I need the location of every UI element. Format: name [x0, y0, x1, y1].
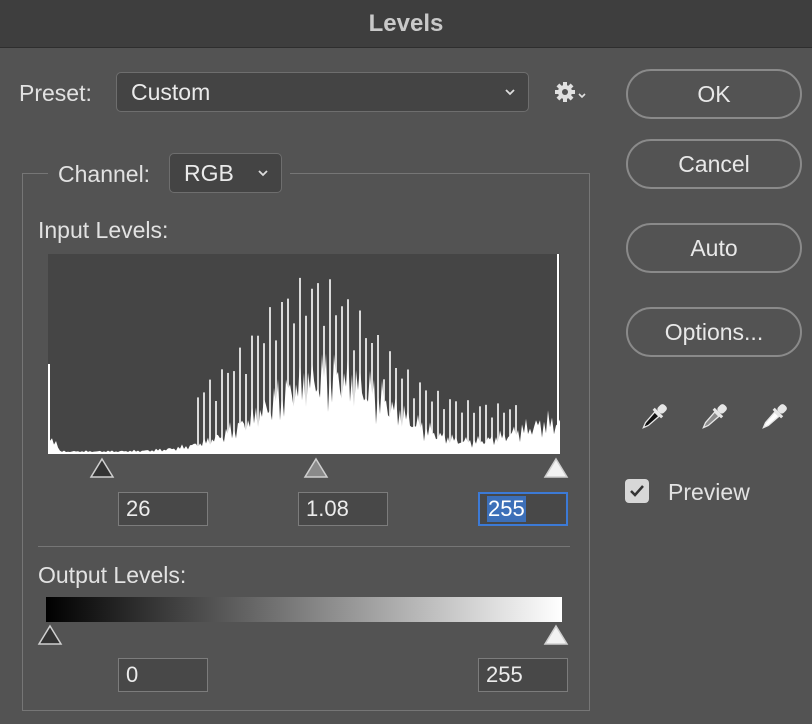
output-white-handle[interactable]	[543, 624, 569, 646]
input-white-value: 255	[487, 496, 526, 522]
preset-label: Preset:	[19, 80, 92, 106]
input-gamma-handle[interactable]	[303, 457, 329, 479]
eyedropper-gray-icon[interactable]	[697, 400, 731, 434]
input-white-field[interactable]: 255	[478, 492, 568, 526]
input-black-point-handle[interactable]	[89, 457, 115, 479]
output-black-field[interactable]: 0	[118, 658, 208, 692]
histogram-area	[48, 350, 560, 454]
histogram	[48, 254, 560, 454]
checkmark-icon	[630, 485, 644, 497]
output-gradient-bar	[46, 597, 562, 622]
channel-label: Channel:	[58, 161, 151, 187]
eyedropper-white-icon[interactable]	[757, 400, 791, 434]
output-black-value: 0	[126, 662, 139, 687]
output-black-handle[interactable]	[37, 624, 63, 646]
cancel-button[interactable]: Cancel	[626, 139, 802, 189]
options-button[interactable]: Options...	[626, 307, 802, 357]
chevron-down-icon	[258, 170, 268, 177]
title-bar: Levels	[0, 0, 812, 48]
dialog-title: Levels	[368, 9, 444, 37]
preset-value: Custom	[131, 78, 211, 105]
input-white-point-handle[interactable]	[543, 457, 569, 479]
preset-select[interactable]: Custom	[116, 72, 529, 112]
output-white-value: 255	[486, 662, 523, 687]
eyedropper-black-icon[interactable]	[637, 400, 671, 434]
input-levels-label: Input Levels:	[38, 217, 169, 243]
gear-icon[interactable]	[553, 80, 587, 106]
ok-button[interactable]: OK	[626, 69, 802, 119]
output-white-field[interactable]: 255	[478, 658, 568, 692]
histogram-graph	[48, 254, 560, 454]
auto-button[interactable]: Auto	[626, 223, 802, 273]
channel-select[interactable]: RGB	[169, 153, 282, 193]
divider	[38, 546, 570, 547]
input-black-field[interactable]: 26	[118, 492, 208, 526]
preview-label: Preview	[668, 479, 750, 505]
channel-value: RGB	[184, 159, 234, 186]
input-gamma-field[interactable]: 1.08	[298, 492, 388, 526]
input-gamma-value: 1.08	[306, 496, 349, 521]
preview-checkbox[interactable]	[625, 479, 649, 503]
chevron-down-icon	[505, 89, 515, 96]
output-levels-label: Output Levels:	[38, 562, 187, 588]
input-black-value: 26	[126, 496, 151, 521]
